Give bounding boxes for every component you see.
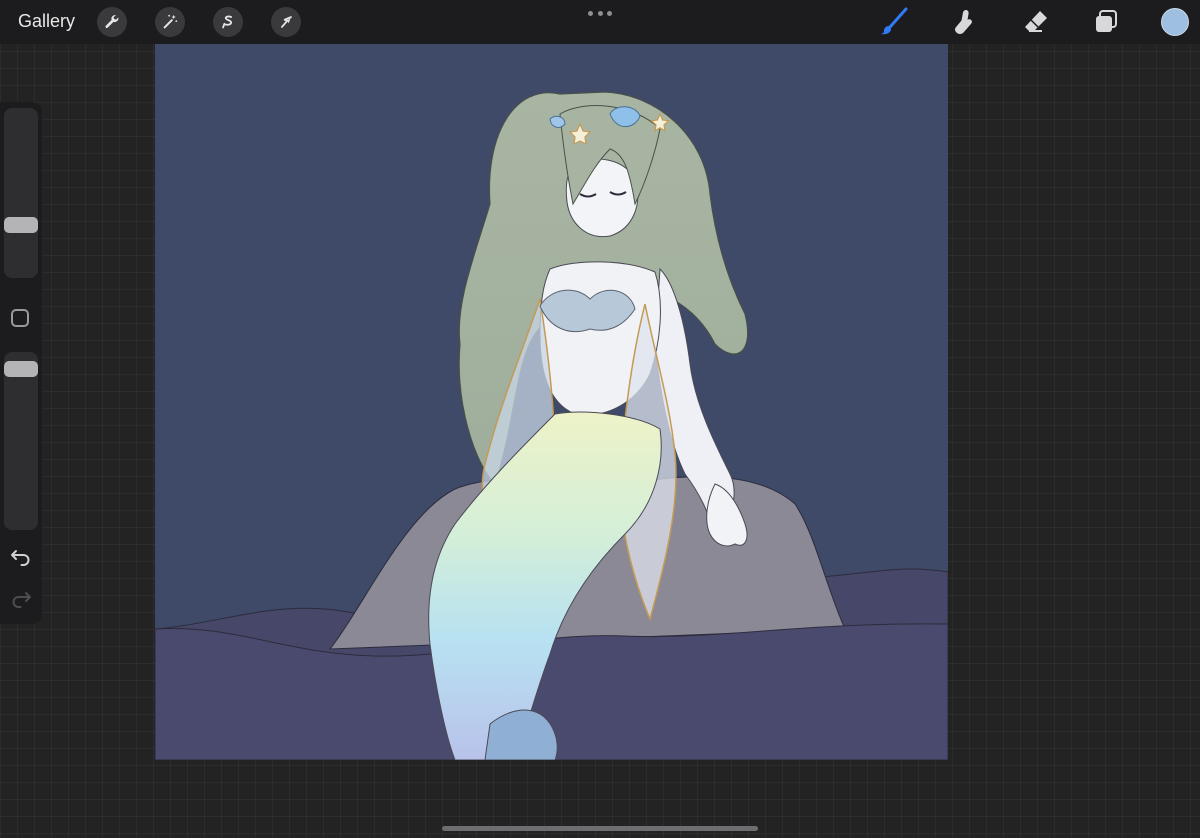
wrench-icon [105, 15, 119, 29]
dot-icon [588, 10, 593, 16]
layers-button[interactable] [1090, 6, 1122, 38]
top-toolbar: Gallery [0, 0, 1200, 44]
selection-button[interactable] [213, 7, 243, 37]
transform-arrow-icon [281, 16, 292, 28]
modify-square-icon[interactable] [11, 309, 29, 327]
dot-icon [607, 10, 612, 16]
undo-icon[interactable] [10, 546, 32, 566]
selection-icon [222, 15, 233, 29]
brush-size-thumb[interactable] [4, 217, 38, 233]
eraser-tool-button[interactable] [1020, 6, 1052, 38]
brush-size-slider[interactable] [4, 108, 38, 278]
more-menu-button[interactable] [588, 8, 612, 18]
transform-button[interactable] [271, 7, 301, 37]
drawing-canvas[interactable] [154, 44, 949, 761]
adjustments-button[interactable] [155, 7, 185, 37]
smudge-icon [955, 10, 972, 34]
color-swatch-button[interactable] [1161, 8, 1189, 36]
smudge-tool-button[interactable] [948, 6, 980, 38]
actions-wrench-button[interactable] [97, 7, 127, 37]
artwork [154, 44, 949, 761]
gallery-button[interactable]: Gallery [18, 11, 75, 32]
opacity-slider[interactable] [4, 352, 38, 530]
brush-icon [881, 7, 908, 35]
left-sidebar [0, 102, 42, 624]
layers-icon [1096, 10, 1117, 32]
opacity-thumb[interactable] [4, 361, 38, 377]
redo-icon[interactable] [10, 588, 32, 608]
home-indicator [442, 826, 758, 831]
eraser-icon [1025, 11, 1047, 32]
dot-icon [597, 10, 603, 16]
magic-wand-icon [163, 14, 178, 29]
brush-tool-button[interactable] [878, 6, 910, 38]
